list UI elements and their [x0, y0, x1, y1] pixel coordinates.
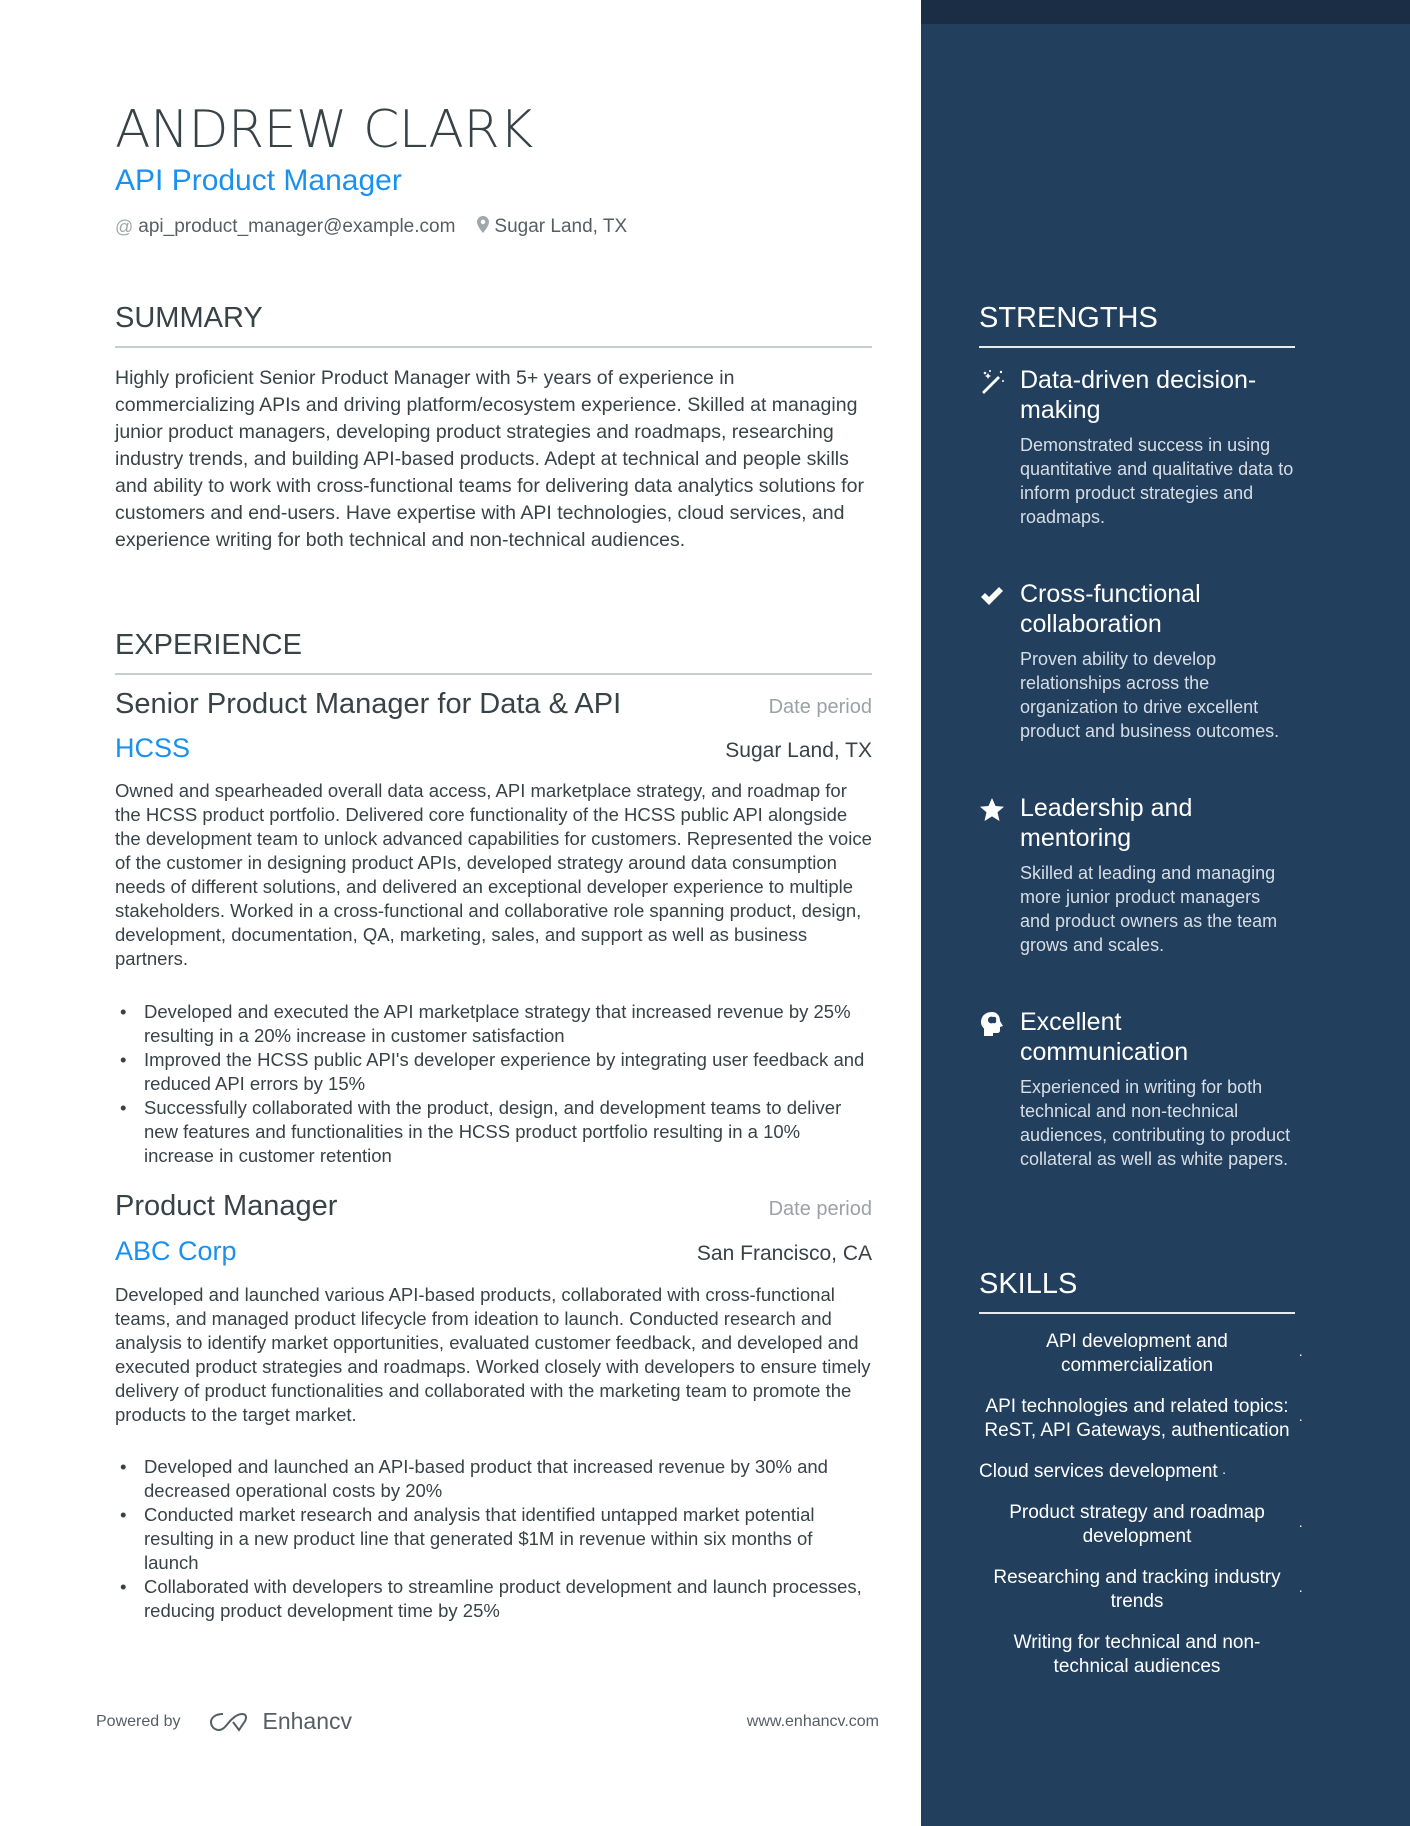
skills-list: API development and commercialization · … — [979, 1330, 1303, 1696]
checkmark-icon — [979, 583, 1005, 609]
skill-item: Writing for technical and non-technical … — [979, 1631, 1295, 1679]
skill-separator: · — [1298, 1346, 1303, 1362]
summary-heading: SUMMARY — [115, 300, 872, 348]
strength-title: Excellent communication — [1020, 1008, 1189, 1066]
experience-heading: EXPERIENCE — [115, 627, 872, 675]
enhancv-logo[interactable]: Enhancv — [209, 1708, 353, 1735]
skill-separator: · — [1298, 1582, 1303, 1598]
contact-location: Sugar Land, TX — [477, 216, 627, 238]
skill-item: API technologies and related topics: ReS… — [979, 1395, 1303, 1443]
job-achievements: Developed and launched an API-based prod… — [115, 1455, 872, 1623]
skill-label: Writing for technical and non-technical … — [1013, 1632, 1261, 1677]
achievement-item: Improved the HCSS public API's developer… — [115, 1048, 872, 1096]
location-text: Sugar Land, TX — [494, 216, 628, 237]
contact-info: @ api_product_manager@example.com Sugar … — [115, 216, 627, 238]
skill-separator: · — [1298, 1411, 1303, 1427]
footer-url[interactable]: www.enhancv.com — [747, 1713, 879, 1731]
head-brain-icon — [979, 1011, 1005, 1037]
job-date: Date period — [768, 696, 872, 718]
job-company: ABC Corp — [115, 1236, 237, 1266]
sidebar: STRENGTHS Data-driven decision-making De… — [921, 0, 1410, 1826]
strength-item: Cross-functional collaboration Proven ab… — [979, 579, 1295, 743]
strength-description: Proven ability to develop relationships … — [1020, 649, 1280, 741]
job-description: Developed and launched various API-based… — [115, 1284, 871, 1425]
candidate-name: ANDREW CLARK — [115, 100, 533, 160]
skill-label: API technologies and related topics: ReS… — [984, 1396, 1290, 1441]
job-title: Product Manager — [115, 1190, 338, 1222]
achievement-item: Successfully collaborated with the produ… — [115, 1096, 872, 1168]
strength-item: Data-driven decision-making Demonstrated… — [979, 365, 1295, 529]
strength-title: Leadership and mentoring — [1020, 794, 1193, 852]
job-location: Sugar Land, TX — [725, 739, 872, 762]
contact-email[interactable]: @ api_product_manager@example.com — [115, 216, 455, 238]
job-date: Date period — [768, 1198, 872, 1220]
at-icon: @ — [115, 216, 134, 237]
skill-item: Cloud services development · — [979, 1460, 1295, 1484]
sidebar-top-band — [921, 0, 1410, 24]
skill-item: Product strategy and roadmap development… — [979, 1501, 1303, 1549]
job-company-row: ABC Corp San Francisco, CA — [115, 1236, 872, 1267]
skill-label: API development and commercialization — [1046, 1331, 1228, 1376]
skill-separator: · — [1298, 1517, 1303, 1533]
skill-label: Cloud services development — [979, 1461, 1218, 1482]
footer-brand: Powered by Enhancv — [96, 1708, 352, 1735]
magic-wand-icon — [979, 369, 1005, 395]
strength-description: Demonstrated success in using quantitati… — [1020, 435, 1294, 527]
achievement-item: Developed and launched an API-based prod… — [115, 1455, 872, 1503]
strength-item: Excellent communication Experienced in w… — [979, 1007, 1295, 1171]
skill-label: Product strategy and roadmap development — [1009, 1502, 1265, 1547]
summary-text: Highly proficient Senior Product Manager… — [115, 367, 864, 551]
job-company-row: HCSS Sugar Land, TX — [115, 733, 872, 764]
email-text: api_product_manager@example.com — [138, 216, 456, 237]
achievement-item: Conducted market research and analysis t… — [115, 1503, 872, 1575]
job-location: San Francisco, CA — [696, 1242, 872, 1265]
map-pin-icon — [477, 216, 490, 238]
enhancv-logo-icon — [209, 1712, 247, 1732]
strength-title: Cross-functional collaboration — [1020, 580, 1201, 638]
strengths-heading: STRENGTHS — [979, 300, 1295, 348]
job-achievements: Developed and executed the API marketpla… — [115, 1000, 872, 1168]
skill-item: API development and commercialization · — [979, 1330, 1303, 1378]
star-icon — [979, 797, 1005, 823]
skill-label: Researching and tracking industry trends — [993, 1567, 1281, 1612]
job-description: Owned and spearheaded overall data acces… — [115, 780, 872, 969]
job-title: Senior Product Manager for Data & API — [115, 688, 622, 720]
skills-heading: SKILLS — [979, 1266, 1295, 1314]
job-header: Product Manager Date period — [115, 1190, 872, 1223]
powered-by-label: Powered by — [96, 1712, 181, 1730]
strength-description: Experienced in writing for both technica… — [1020, 1077, 1291, 1169]
strength-item: Leadership and mentoring Skilled at lead… — [979, 793, 1295, 957]
strength-description: Skilled at leading and managing more jun… — [1020, 863, 1278, 955]
job-header: Senior Product Manager for Data & API Da… — [115, 688, 872, 721]
skill-separator: · — [1221, 1464, 1227, 1480]
brand-name: Enhancv — [262, 1708, 353, 1734]
candidate-title: API Product Manager — [115, 164, 402, 197]
strength-title: Data-driven decision-making — [1020, 366, 1257, 424]
achievement-item: Collaborated with developers to streamli… — [115, 1575, 872, 1623]
skill-item: Researching and tracking industry trends… — [979, 1566, 1303, 1614]
job-company: HCSS — [115, 733, 191, 763]
achievement-item: Developed and executed the API marketpla… — [115, 1000, 872, 1048]
footer: Powered by Enhancv www.enhancv.com — [96, 1708, 879, 1735]
